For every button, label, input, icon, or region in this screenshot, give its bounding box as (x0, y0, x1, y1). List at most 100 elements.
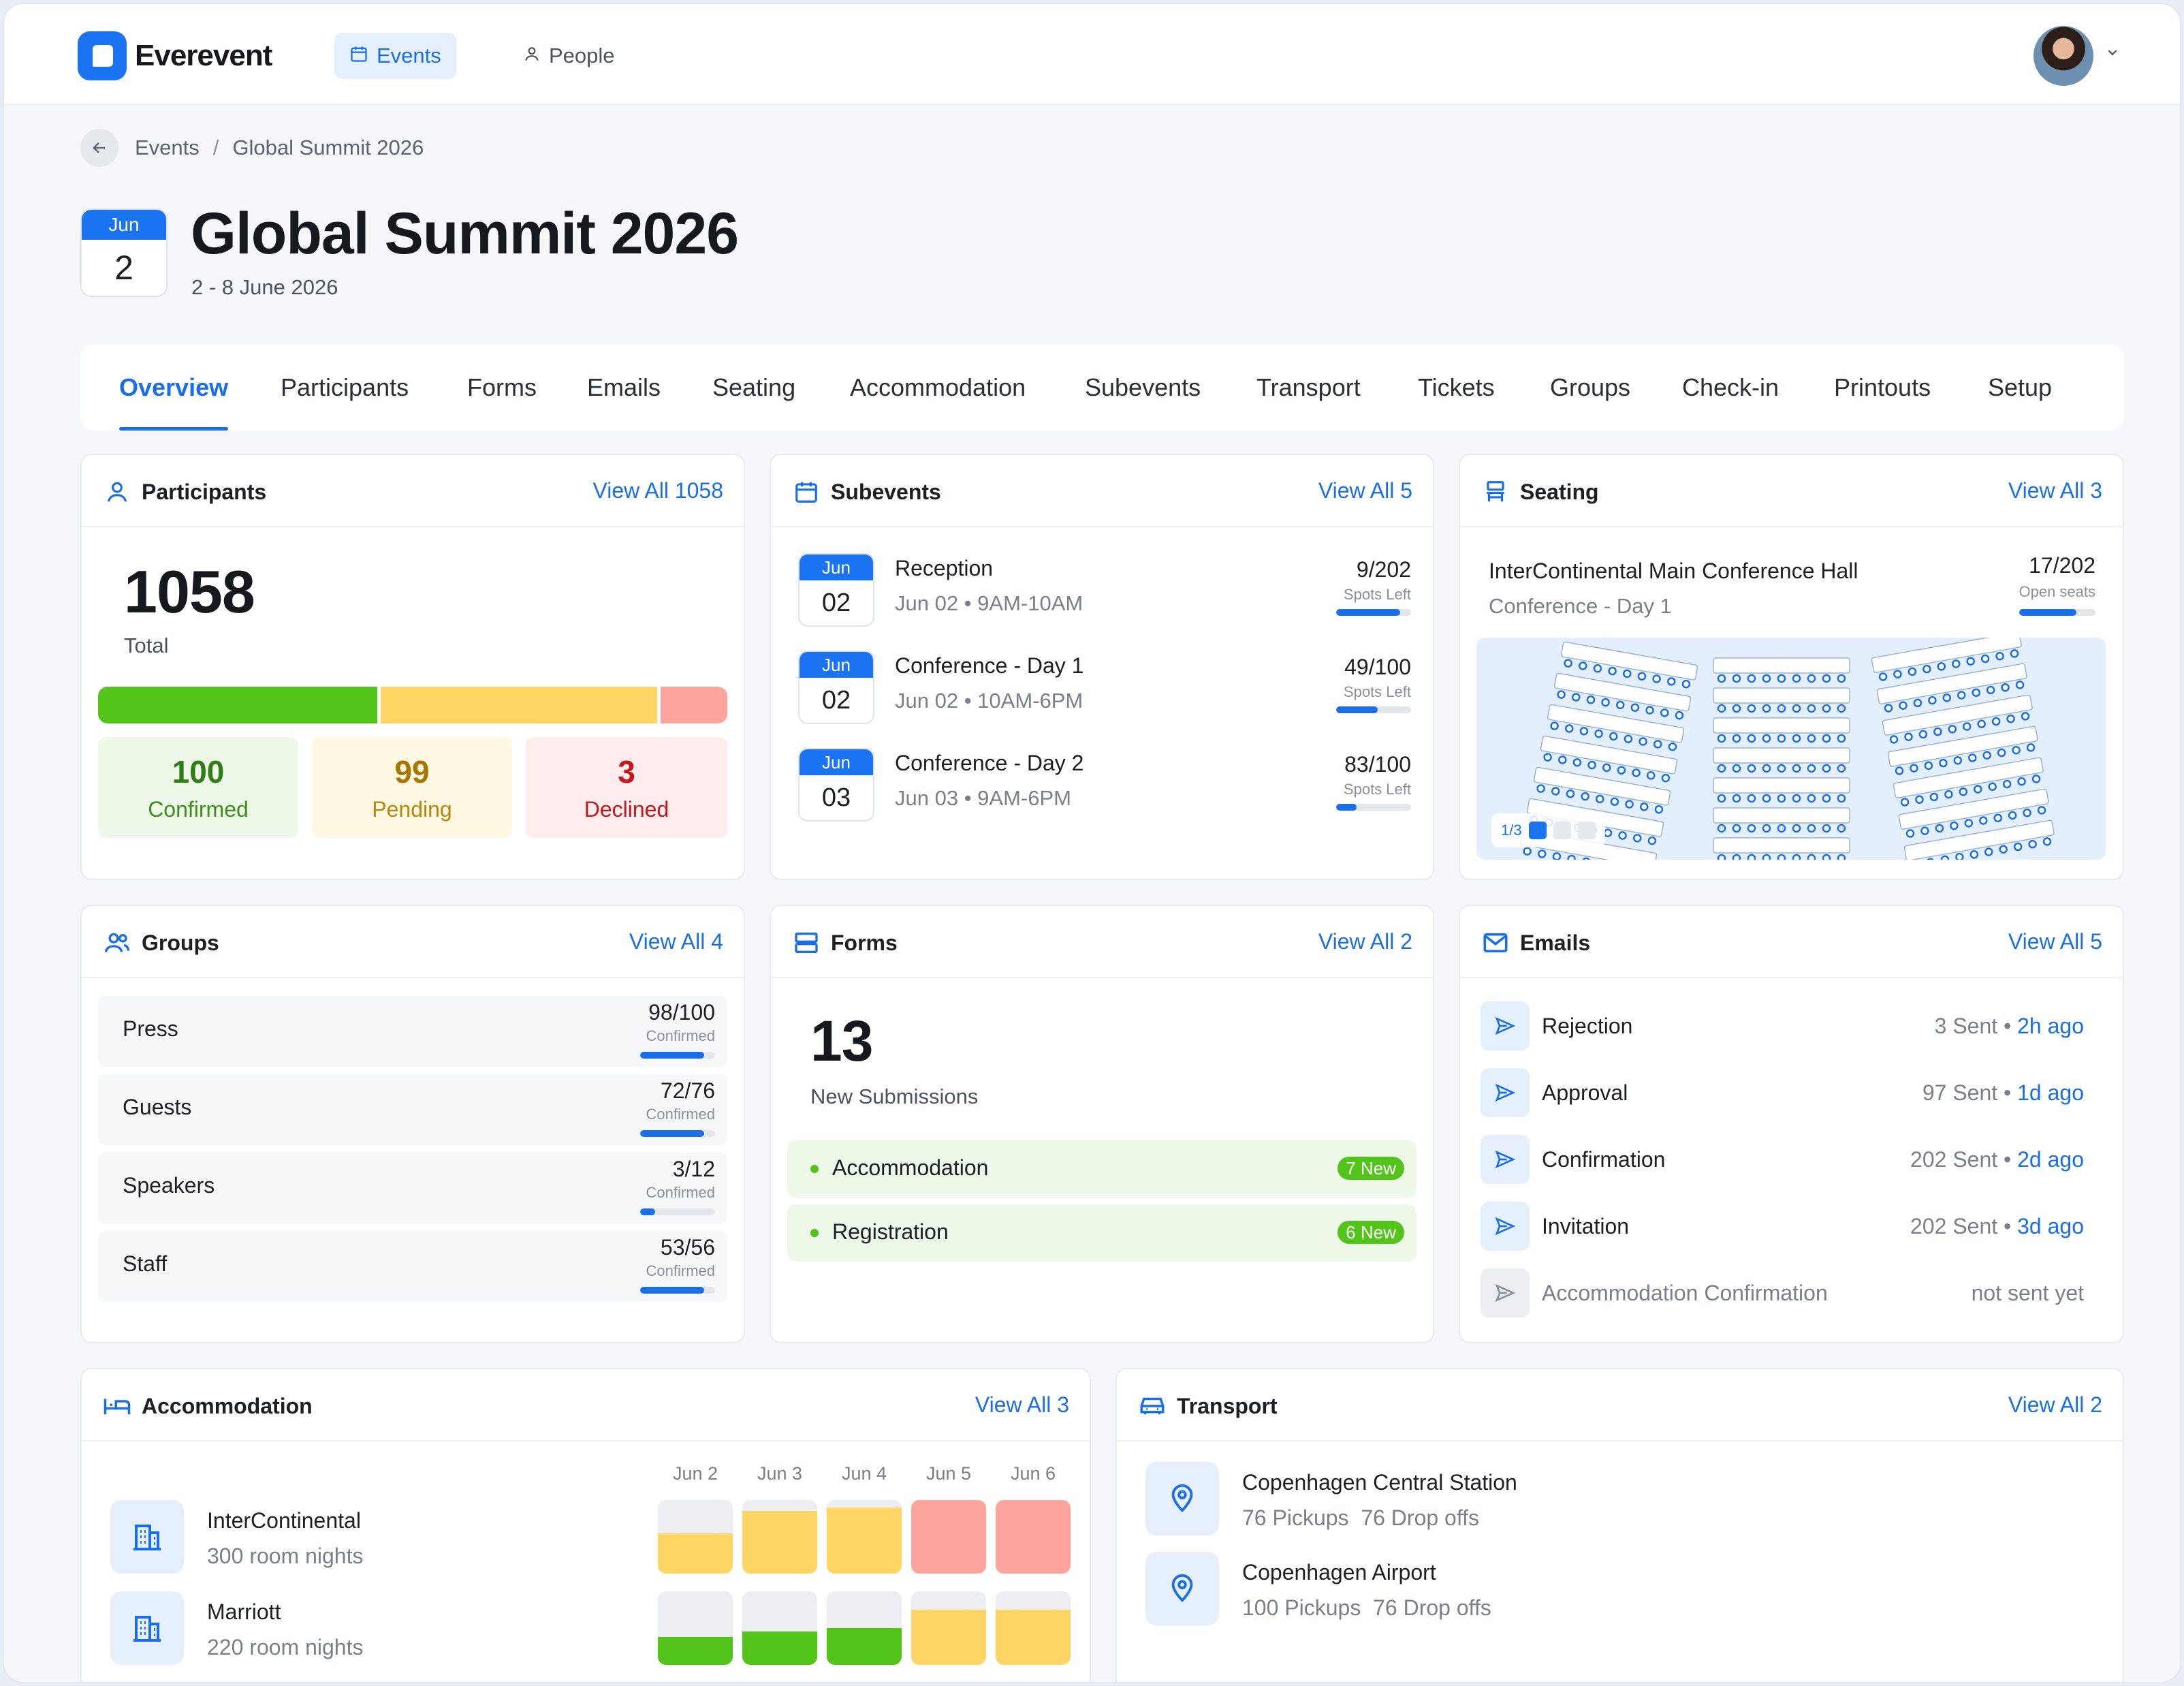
occupancy-cell[interactable] (742, 1591, 817, 1665)
breadcrumb: Events / Global Summit 2026 (80, 129, 424, 167)
seat (1675, 711, 1684, 720)
nav-people[interactable]: People (508, 33, 630, 79)
declined-stat[interactable]: 3 Declined (526, 737, 727, 838)
tab-participants[interactable]: Participants (281, 345, 409, 431)
transport-location-name[interactable]: Copenhagen Central Station (1242, 1470, 1517, 1495)
hotel-name[interactable]: Marriott (207, 1599, 281, 1625)
pager-dot[interactable] (1528, 822, 1547, 839)
transport-pickups: 76 Pickups (1242, 1505, 1349, 1530)
participants-view-all-link[interactable]: View All 1058 (592, 478, 723, 503)
tab-seating[interactable]: Seating (712, 345, 795, 431)
send-icon (1481, 1268, 1530, 1317)
subevent-row[interactable]: Jun 03 Conference - Day 2 Jun 03 • 9AM-6… (798, 748, 1411, 823)
form-row[interactable]: Accommodation 7 New (787, 1140, 1417, 1198)
seating-pager[interactable]: 1/3 (1491, 813, 1605, 847)
tab-check-in[interactable]: Check-in (1682, 345, 1779, 431)
seat (1762, 674, 1771, 683)
transport-view-all-link[interactable]: View All 2 (2008, 1392, 2102, 1418)
occupancy-fill (996, 1610, 1071, 1665)
seat (1543, 753, 1552, 762)
tab-emails[interactable]: Emails (587, 345, 661, 431)
day-label: Jun 5 (925, 1463, 972, 1484)
groups-view-all-link[interactable]: View All 4 (629, 929, 723, 954)
seat (2037, 806, 2046, 815)
seating-progress-fill (2019, 609, 2076, 616)
seat (1717, 854, 1726, 860)
seat (1920, 826, 1929, 835)
group-name: Press (123, 1016, 178, 1041)
subevent-date-badge: Jun 02 (798, 651, 874, 724)
pending-value: 99 (394, 754, 430, 790)
email-time-ago: 1d ago (2017, 1080, 2084, 1105)
subevent-row[interactable]: Jun 02 Reception Jun 02 • 9AM-10AM 9/202… (798, 553, 1411, 628)
seat (1937, 662, 1946, 671)
pager-dot[interactable] (1553, 822, 1571, 839)
seat (1952, 659, 1961, 668)
group-row[interactable]: Press 98/100 Confirmed (98, 996, 727, 1067)
subevent-row[interactable]: Jun 02 Conference - Day 1 Jun 02 • 10AM-… (798, 651, 1411, 725)
confirmed-stat[interactable]: 100 Confirmed (98, 737, 298, 838)
email-row[interactable]: Confirmation 202 Sent • 2d ago (1481, 1135, 2084, 1187)
seating-map[interactable]: 1/3 (1476, 638, 2106, 860)
seating-count: 17/202 (2029, 553, 2095, 578)
seat (1837, 734, 1846, 743)
seat (1582, 857, 1591, 860)
group-row[interactable]: Guests 72/76 Confirmed (98, 1074, 727, 1145)
forms-view-all-link[interactable]: View All 2 (1318, 929, 1412, 954)
tab-accommodation[interactable]: Accommodation (850, 345, 1026, 431)
occupancy-cell[interactable] (658, 1500, 733, 1574)
seat (1988, 782, 1997, 792)
back-arrow-icon[interactable] (80, 129, 118, 167)
group-row[interactable]: Speakers 3/12 Confirmed (98, 1153, 727, 1223)
occupancy-cell[interactable] (911, 1500, 986, 1574)
tab-subevents[interactable]: Subevents (1085, 345, 1201, 431)
chevron-down-icon[interactable] (2105, 44, 2120, 65)
seating-hall-name: InterContinental Main Conference Hall (1489, 559, 1858, 583)
seat (1762, 794, 1771, 803)
logo[interactable]: Everevent (78, 31, 272, 80)
email-row[interactable]: Accommodation Confirmation not sent yet (1481, 1268, 2084, 1320)
breadcrumb-current: Global Summit 2026 (232, 136, 424, 159)
tab-transport[interactable]: Transport (1256, 345, 1361, 431)
tab-forms[interactable]: Forms (467, 345, 537, 431)
nav-events[interactable]: Events (334, 33, 456, 79)
seat (2010, 649, 2019, 658)
group-row[interactable]: Staff 53/56 Confirmed (98, 1231, 727, 1302)
seat (1550, 721, 1559, 730)
breadcrumb-events[interactable]: Events (135, 136, 200, 160)
occupancy-cell[interactable] (911, 1591, 986, 1665)
confirmed-segment (98, 687, 377, 723)
seat (1822, 824, 1831, 833)
occupancy-cell[interactable] (742, 1500, 817, 1574)
seating-view-all-link[interactable]: View All 3 (2008, 478, 2102, 503)
occupancy-cell[interactable] (996, 1500, 1071, 1574)
car-icon (1137, 1391, 1167, 1421)
status-dot (810, 1165, 819, 1173)
occupancy-cell[interactable] (658, 1591, 733, 1665)
tab-overview[interactable]: Overview (119, 345, 229, 431)
occupancy-cell[interactable] (827, 1591, 902, 1665)
pending-stat[interactable]: 99 Pending (312, 737, 512, 838)
tab-tickets[interactable]: Tickets (1418, 345, 1495, 431)
tab-printouts[interactable]: Printouts (1834, 345, 1931, 431)
form-row[interactable]: Registration 6 New (787, 1204, 1417, 1262)
transport-location-name[interactable]: Copenhagen Airport (1242, 1560, 1436, 1585)
seat (2012, 745, 2021, 755)
hotel-name[interactable]: InterContinental (207, 1508, 361, 1533)
avatar[interactable] (2033, 26, 2093, 86)
hotel-room-nights: 300 room nights (207, 1544, 364, 1568)
emails-view-all-link[interactable]: View All 5 (2008, 929, 2102, 954)
tab-groups[interactable]: Groups (1550, 345, 1630, 431)
accommodation-view-all-link[interactable]: View All 3 (975, 1392, 1069, 1418)
tab-setup[interactable]: Setup (1988, 345, 2052, 431)
logo-mark-icon (78, 31, 127, 80)
pager-dot[interactable] (1577, 822, 1596, 839)
building-icon (110, 1500, 184, 1574)
email-row[interactable]: Invitation 202 Sent • 3d ago (1481, 1202, 2084, 1253)
occupancy-cell[interactable] (827, 1500, 902, 1574)
occupancy-cell[interactable] (996, 1591, 1071, 1665)
email-row[interactable]: Approval 97 Sent • 1d ago (1481, 1068, 2084, 1120)
subevents-view-all-link[interactable]: View All 5 (1318, 478, 1412, 503)
seat (1991, 717, 2001, 726)
email-row[interactable]: Rejection 3 Sent • 2h ago (1481, 1001, 2084, 1053)
